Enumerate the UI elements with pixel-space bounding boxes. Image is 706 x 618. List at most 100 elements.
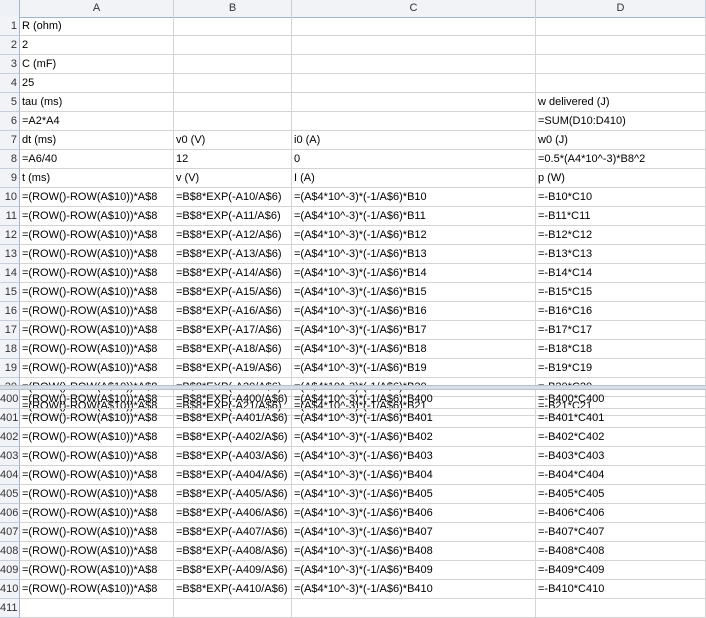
cell-c[interactable]: [292, 112, 536, 131]
row-header[interactable]: 403: [0, 447, 20, 466]
row-header[interactable]: 8: [0, 150, 20, 169]
cell-d[interactable]: =SUM(D10:D410): [536, 112, 706, 131]
cell-c[interactable]: [292, 55, 536, 74]
cell-d[interactable]: =0.5*(A4*10^-3)*B8^2: [536, 150, 706, 169]
cell-a[interactable]: =(ROW()-ROW(A$10))*A$8: [20, 390, 174, 409]
cell-a[interactable]: =(ROW()-ROW(A$10))*A$8: [20, 245, 174, 264]
cell-c[interactable]: =(A$4*10^-3)*(-1/A$6)*B402: [292, 428, 536, 447]
cell-d[interactable]: =-B15*C15: [536, 283, 706, 302]
row-header[interactable]: 6: [0, 112, 20, 131]
row-header[interactable]: 7: [0, 131, 20, 150]
cell-c[interactable]: =(A$4*10^-3)*(-1/A$6)*B10: [292, 188, 536, 207]
cell-c[interactable]: [292, 93, 536, 112]
cell-d[interactable]: =-B406*C406: [536, 504, 706, 523]
cell-b[interactable]: =B$8*EXP(-A18/A$6): [174, 340, 292, 359]
cell-a[interactable]: =A6/40: [20, 150, 174, 169]
row-header[interactable]: 11: [0, 207, 20, 226]
cell-a[interactable]: =(ROW()-ROW(A$10))*A$8: [20, 207, 174, 226]
cell-d[interactable]: =-B17*C17: [536, 321, 706, 340]
cell-d[interactable]: =-B18*C18: [536, 340, 706, 359]
cell-b[interactable]: [174, 17, 292, 36]
cell-b[interactable]: [174, 36, 292, 55]
select-all-corner[interactable]: [0, 0, 20, 17]
cell-c[interactable]: =(A$4*10^-3)*(-1/A$6)*B16: [292, 302, 536, 321]
column-header-d[interactable]: D: [536, 0, 706, 17]
cell-b[interactable]: =B$8*EXP(-A405/A$6): [174, 485, 292, 504]
cell-a[interactable]: =(ROW()-ROW(A$10))*A$8: [20, 561, 174, 580]
cell-b[interactable]: =B$8*EXP(-A404/A$6): [174, 466, 292, 485]
row-header[interactable]: 9: [0, 169, 20, 188]
cell-a[interactable]: 2: [20, 36, 174, 55]
cell-d[interactable]: =-B407*C407: [536, 523, 706, 542]
cell-b[interactable]: [174, 74, 292, 93]
cell-c[interactable]: =(A$4*10^-3)*(-1/A$6)*B405: [292, 485, 536, 504]
cell-a[interactable]: =(ROW()-ROW(A$10))*A$8: [20, 466, 174, 485]
cell-a[interactable]: =(ROW()-ROW(A$10))*A$8: [20, 188, 174, 207]
cell-b[interactable]: =B$8*EXP(-A12/A$6): [174, 226, 292, 245]
row-header[interactable]: 19: [0, 359, 20, 378]
cell-c[interactable]: =(A$4*10^-3)*(-1/A$6)*B400: [292, 390, 536, 409]
column-header-c[interactable]: C: [292, 0, 536, 17]
row-header[interactable]: 404: [0, 466, 20, 485]
cell-b[interactable]: =B$8*EXP(-A403/A$6): [174, 447, 292, 466]
cell-d[interactable]: =-B16*C16: [536, 302, 706, 321]
cell-d[interactable]: =-B405*C405: [536, 485, 706, 504]
cell-b[interactable]: =B$8*EXP(-A13/A$6): [174, 245, 292, 264]
cell-d[interactable]: =-B408*C408: [536, 542, 706, 561]
row-header[interactable]: 4: [0, 74, 20, 93]
cell-b[interactable]: =B$8*EXP(-A408/A$6): [174, 542, 292, 561]
cell-d[interactable]: p (W): [536, 169, 706, 188]
cell-d[interactable]: [536, 17, 706, 36]
cell-b[interactable]: [174, 112, 292, 131]
row-header[interactable]: 12: [0, 226, 20, 245]
cell-a[interactable]: =(ROW()-ROW(A$10))*A$8: [20, 283, 174, 302]
row-header[interactable]: 407: [0, 523, 20, 542]
cell-a[interactable]: R (ohm): [20, 17, 174, 36]
cell-b[interactable]: =B$8*EXP(-A15/A$6): [174, 283, 292, 302]
cell-b[interactable]: =B$8*EXP(-A402/A$6): [174, 428, 292, 447]
row-header[interactable]: 411: [0, 599, 20, 618]
cell-c[interactable]: [292, 17, 536, 36]
cell-c[interactable]: =(A$4*10^-3)*(-1/A$6)*B18: [292, 340, 536, 359]
row-header[interactable]: 13: [0, 245, 20, 264]
cell-a[interactable]: =(ROW()-ROW(A$10))*A$8: [20, 302, 174, 321]
cell-d[interactable]: w delivered (J): [536, 93, 706, 112]
cell-a[interactable]: =(ROW()-ROW(A$10))*A$8: [20, 542, 174, 561]
cell-c[interactable]: =(A$4*10^-3)*(-1/A$6)*B17: [292, 321, 536, 340]
row-header[interactable]: 409: [0, 561, 20, 580]
cell-c[interactable]: =(A$4*10^-3)*(-1/A$6)*B404: [292, 466, 536, 485]
cell-b[interactable]: =B$8*EXP(-A409/A$6): [174, 561, 292, 580]
cell-b[interactable]: =B$8*EXP(-A14/A$6): [174, 264, 292, 283]
cell-b[interactable]: =B$8*EXP(-A11/A$6): [174, 207, 292, 226]
cell-d[interactable]: =-B409*C409: [536, 561, 706, 580]
column-header-a[interactable]: A: [20, 0, 174, 17]
cell-c[interactable]: [292, 36, 536, 55]
cell-d[interactable]: =-B10*C10: [536, 188, 706, 207]
column-header-b[interactable]: B: [174, 0, 292, 17]
cell-b[interactable]: =B$8*EXP(-A401/A$6): [174, 409, 292, 428]
row-header[interactable]: 15: [0, 283, 20, 302]
cell-d[interactable]: [536, 74, 706, 93]
cell-d[interactable]: =-B403*C403: [536, 447, 706, 466]
cell-b[interactable]: =B$8*EXP(-A10/A$6): [174, 188, 292, 207]
cell-b[interactable]: [174, 599, 292, 618]
cell-c[interactable]: =(A$4*10^-3)*(-1/A$6)*B15: [292, 283, 536, 302]
cell-d[interactable]: =-B401*C401: [536, 409, 706, 428]
cell-a[interactable]: =(ROW()-ROW(A$10))*A$8: [20, 321, 174, 340]
row-header[interactable]: 402: [0, 428, 20, 447]
row-header[interactable]: 408: [0, 542, 20, 561]
cell-c[interactable]: =(A$4*10^-3)*(-1/A$6)*B19: [292, 359, 536, 378]
cell-c[interactable]: [292, 599, 536, 618]
cell-d[interactable]: [536, 36, 706, 55]
cell-a[interactable]: =(ROW()-ROW(A$10))*A$8: [20, 447, 174, 466]
cell-b[interactable]: v0 (V): [174, 131, 292, 150]
row-header[interactable]: 3: [0, 55, 20, 74]
cell-a[interactable]: 25: [20, 74, 174, 93]
cell-a[interactable]: =(ROW()-ROW(A$10))*A$8: [20, 359, 174, 378]
cell-b[interactable]: =B$8*EXP(-A17/A$6): [174, 321, 292, 340]
cell-c[interactable]: [292, 74, 536, 93]
cell-a[interactable]: =(ROW()-ROW(A$10))*A$8: [20, 226, 174, 245]
cell-c[interactable]: =(A$4*10^-3)*(-1/A$6)*B410: [292, 580, 536, 599]
cell-b[interactable]: =B$8*EXP(-A16/A$6): [174, 302, 292, 321]
row-header[interactable]: 18: [0, 340, 20, 359]
